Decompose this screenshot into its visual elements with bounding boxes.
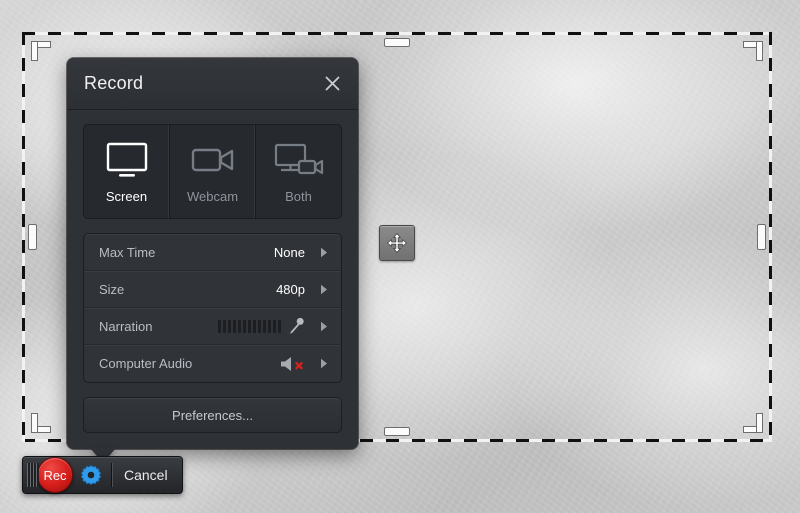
settings-row-max-time-label: Max Time (99, 244, 156, 260)
gear-icon (80, 465, 102, 485)
vu-meter-bars (218, 319, 281, 333)
mode-option-both-label: Both (285, 188, 312, 204)
recorder-toolbar: Rec Cancel (22, 456, 183, 494)
record-button[interactable]: Rec (37, 457, 73, 493)
mode-option-webcam[interactable]: Webcam (170, 125, 256, 218)
capture-mode-selector: Screen Webcam Both (83, 124, 342, 219)
settings-row-narration-label: Narration (99, 318, 153, 334)
vu-meter-bar (278, 319, 281, 333)
record-panel: Record Screen Webcam Both Max Time None … (67, 58, 358, 463)
computer-audio-state (279, 355, 305, 373)
cancel-button[interactable]: Cancel (120, 467, 172, 483)
resize-handle-bottom-center[interactable] (384, 427, 410, 436)
preferences-button[interactable]: Preferences... (83, 397, 342, 433)
screen-recorder-overlay: Record Screen Webcam Both Max Time None … (0, 0, 800, 513)
record-panel-body: Screen Webcam Both Max Time None Size 48… (67, 110, 358, 449)
mode-option-screen-label: Screen (105, 188, 148, 204)
mode-option-screen[interactable]: Screen (84, 125, 170, 218)
vu-meter-bar (263, 319, 266, 333)
chevron-right-icon (317, 247, 331, 258)
vu-meter-bar (258, 319, 261, 333)
settings-row-computer-audio[interactable]: Computer Audio (84, 345, 341, 382)
mode-option-webcam-label: Webcam (186, 188, 239, 204)
resize-handle-top-right[interactable] (743, 41, 763, 61)
vu-meter-bar (248, 319, 251, 333)
close-icon (325, 76, 339, 91)
speaker-muted-icon (281, 356, 303, 371)
settings-row-max-time[interactable]: Max Time None (84, 234, 341, 271)
move-region-handle[interactable] (379, 225, 415, 261)
close-button[interactable] (318, 70, 346, 98)
settings-row-computer-audio-label: Computer Audio (99, 356, 193, 371)
monitor-icon (106, 142, 147, 177)
move-four-arrows-icon (387, 233, 407, 253)
vu-meter-bar (223, 319, 226, 333)
settings-row-max-time-value: None (273, 244, 305, 260)
vu-meter-bar (273, 319, 276, 333)
chevron-right-icon (317, 358, 331, 369)
toolbar-divider (111, 463, 112, 487)
vu-meter-bar (243, 319, 246, 333)
resize-handle-top-left[interactable] (31, 41, 51, 61)
resize-handle-bottom-left[interactable] (31, 413, 51, 433)
settings-button[interactable] (76, 460, 106, 490)
selection-edge-left[interactable] (22, 32, 25, 442)
chevron-right-icon (317, 321, 331, 332)
video-camera-icon (191, 148, 233, 171)
settings-list: Max Time None Size 480p Narration Comput… (83, 233, 342, 383)
chevron-right-icon (317, 284, 331, 295)
page-title: Record (84, 73, 144, 93)
drag-grip-icon[interactable] (27, 463, 39, 487)
vu-meter-bar (233, 319, 236, 333)
selection-edge-top[interactable] (22, 32, 772, 35)
microphone-icon (290, 317, 304, 334)
settings-row-narration[interactable]: Narration (84, 308, 341, 345)
narration-level-meter (218, 317, 305, 335)
vu-meter-bar (268, 319, 271, 333)
settings-row-size[interactable]: Size 480p (84, 271, 341, 308)
vu-meter-bar (253, 319, 256, 333)
vu-meter-bar (218, 319, 221, 333)
resize-handle-right-center[interactable] (757, 224, 766, 250)
resize-handle-left-center[interactable] (28, 224, 37, 250)
resize-handle-top-center[interactable] (384, 38, 410, 47)
vu-meter-bar (228, 319, 231, 333)
record-panel-header: Record (67, 58, 358, 110)
settings-row-size-label: Size (99, 281, 125, 297)
vu-meter-bar (238, 319, 241, 333)
monitor-and-camera-icon (274, 143, 323, 174)
mode-option-both[interactable]: Both (256, 125, 341, 218)
resize-handle-bottom-right[interactable] (743, 413, 763, 433)
selection-edge-right[interactable] (769, 32, 772, 442)
settings-row-size-value: 480p (276, 281, 305, 297)
